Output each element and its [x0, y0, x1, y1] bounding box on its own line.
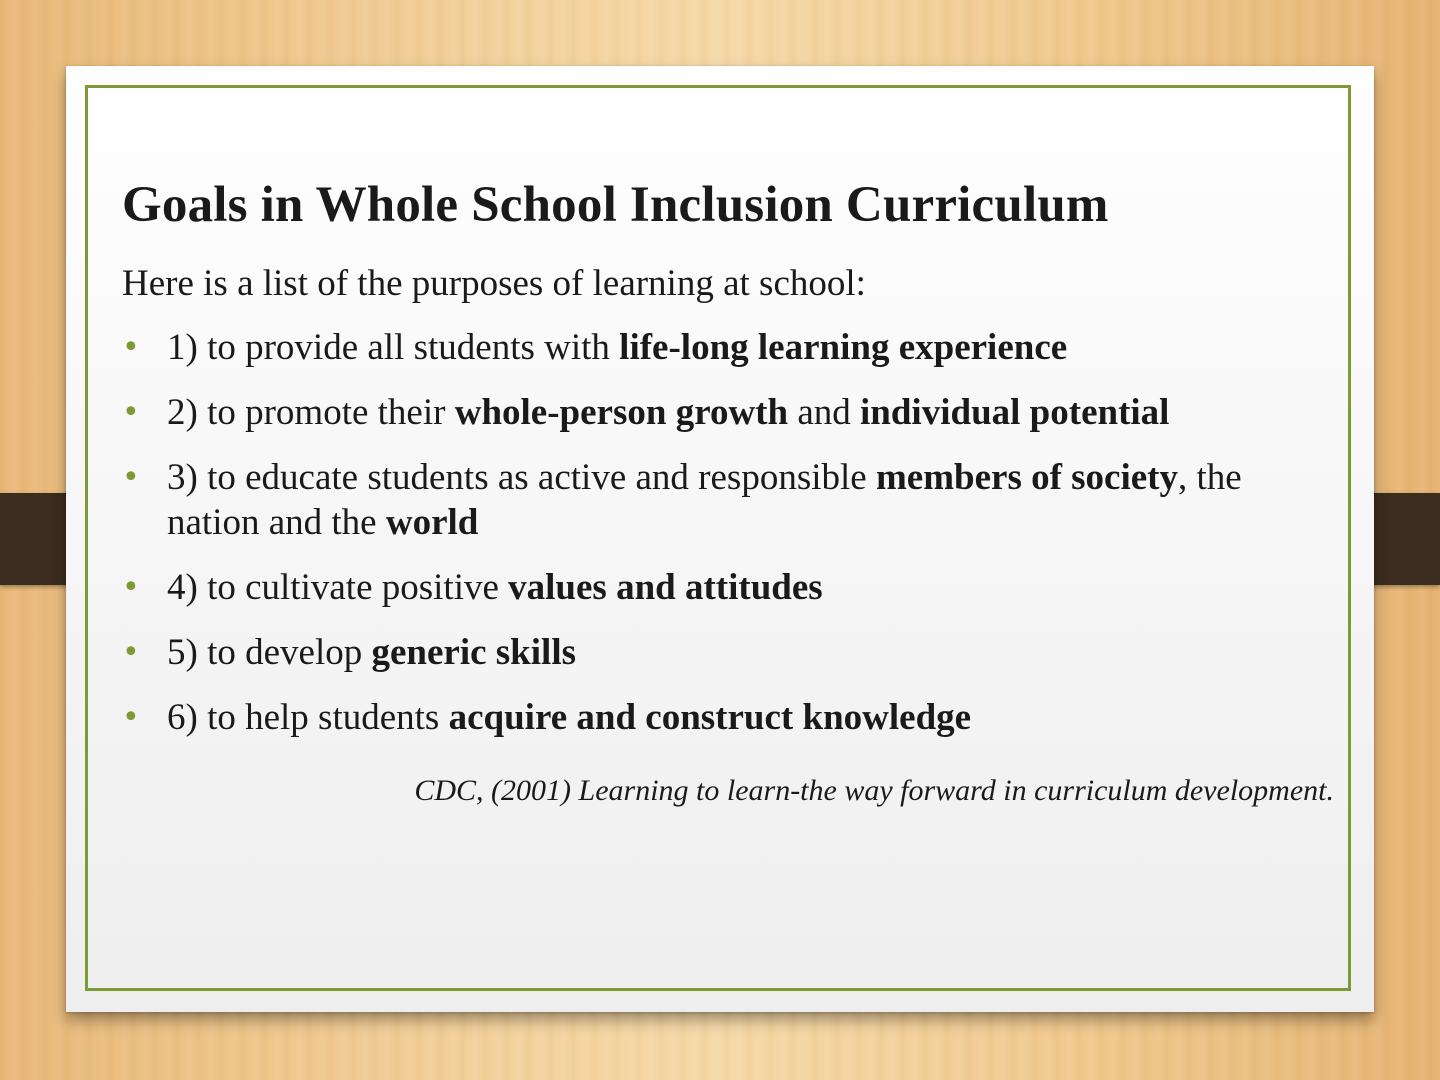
- goal-text: 5) to develop: [167, 632, 372, 673]
- bullet-icon: •: [122, 330, 140, 365]
- bullet-icon: •: [122, 635, 140, 670]
- slide-title: Goals in Whole School Inclusion Curricul…: [122, 177, 1109, 233]
- goal-text: 6) to help students: [167, 697, 449, 738]
- slide-intro: Here is a list of the purposes of learni…: [122, 263, 866, 304]
- goal-emphasis: individual potential: [860, 392, 1170, 433]
- goal-item: • 1) to provide all students with life-lo…: [122, 325, 1337, 370]
- goal-item: • 2) to promote their whole-person growth…: [122, 390, 1337, 435]
- goal-emphasis: whole-person growth: [454, 392, 789, 433]
- goal-text: 2) to promote their: [167, 392, 455, 433]
- goals-list: • 1) to provide all students with life-lo…: [122, 325, 1337, 760]
- citation: CDC, (2001) Learning to learn-the way fo…: [414, 774, 1334, 807]
- goal-emphasis: life-long learning experience: [619, 327, 1068, 368]
- goal-emphasis: acquire and construct knowledge: [448, 697, 972, 738]
- goal-item: • 6) to help students acquire and constru…: [122, 695, 1337, 740]
- goal-emphasis: generic skills: [371, 632, 576, 673]
- bullet-icon: •: [122, 570, 140, 605]
- goal-item: • 5) to develop generic skills: [122, 630, 1337, 675]
- goal-emphasis: world: [385, 502, 479, 543]
- goal-text: 3) to educate students as active and res…: [167, 457, 876, 498]
- bullet-icon: •: [122, 460, 140, 495]
- goal-emphasis: values and attitudes: [508, 567, 823, 608]
- goal-text: and: [788, 392, 860, 433]
- goal-emphasis: members of society: [875, 457, 1179, 498]
- bullet-icon: •: [122, 395, 140, 430]
- goal-item: • 4) to cultivate positive values and att…: [122, 565, 1337, 610]
- goal-item: • 3) to educate students as active and re…: [122, 455, 1337, 545]
- bullet-icon: •: [122, 700, 140, 735]
- goal-text: 1) to provide all students with: [167, 327, 620, 368]
- goal-text: 4) to cultivate positive: [167, 567, 509, 608]
